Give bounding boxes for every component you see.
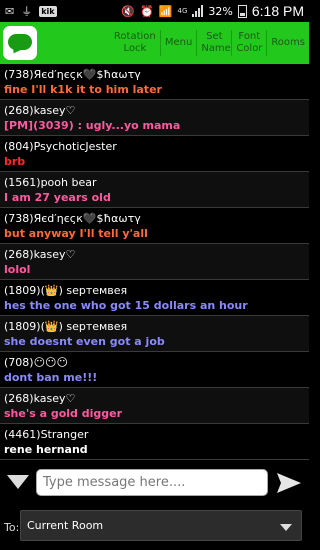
chat-message-list[interactable]: (738)Яєd′ηєςк🖤$ħαωτγ fine I'll k1k it to … <box>0 64 309 462</box>
chat-message[interactable]: (4461)Stranger rene hernand <box>0 424 309 460</box>
usb-icon: ⏚ <box>21 4 33 18</box>
message-username: (1809)(👑) ѕертемвея <box>4 320 128 333</box>
chat-message[interactable]: (1809)(👑) ѕертемвея hes the one who got 1… <box>0 280 309 316</box>
wifi-icon: 📶 <box>158 4 173 18</box>
menu-button[interactable]: Menu <box>161 37 196 49</box>
chat-message[interactable]: (738)Яєd′ηєςк🖤$ħαωτγ fine I'll k1k it to … <box>0 64 309 100</box>
signal-icon <box>192 5 204 17</box>
message-text: but anyway I'll tell y'all <box>4 227 148 240</box>
network-type: 4G <box>177 6 188 15</box>
room-dropdown-value: Current Room <box>27 519 104 532</box>
message-text: dont ban me!!! <box>4 371 98 384</box>
chat-message[interactable]: (738)Яєd′ηєςк🖤$ħαωτγ but anyway I'll tell… <box>0 208 309 244</box>
kik-icon: kik <box>39 5 57 17</box>
message-text: hes the one who got 15 dollars an hour <box>4 299 248 312</box>
message-text: she doesnt even got a job <box>4 335 165 348</box>
chat-message[interactable]: (268)kasey♡ she's a gold digger <box>0 388 309 424</box>
chat-message[interactable]: (268)kasey♡ lolol <box>0 244 309 280</box>
message-username: (268)kasey♡ <box>4 392 76 405</box>
system-icons: 🔇 ⏰ 📶 4G 32% 6:18 PM <box>121 3 304 19</box>
chat-message[interactable]: (1561)pooh bear I am 27 years old <box>0 172 309 208</box>
chat-message[interactable]: (708)😶😶😶 dont ban me!!! <box>0 352 309 388</box>
to-label: To: <box>4 521 20 534</box>
message-username: (738)Яєd′ηєςк🖤$ħαωτγ <box>4 212 141 225</box>
chat-message[interactable]: (804)PsychoticJester brb <box>0 136 309 172</box>
chat-bubble-icon[interactable] <box>3 26 37 60</box>
mute-icon: 🔇 <box>121 4 136 18</box>
battery-percent: 32% <box>208 4 233 18</box>
notification-icons: ✉ ⏚ kik <box>5 4 57 18</box>
message-username: (268)kasey♡ <box>4 104 76 117</box>
message-text: she's a gold digger <box>4 407 123 420</box>
message-username: (804)PsychoticJester <box>4 140 117 153</box>
message-icon: ✉ <box>5 4 15 18</box>
rotation-lock-button[interactable]: Rotation Lock <box>110 31 160 55</box>
battery-icon <box>237 4 247 18</box>
message-text: brb <box>4 155 26 168</box>
message-text: fine I'll k1k it to him later <box>4 83 162 96</box>
composer <box>0 462 309 506</box>
message-username: (738)Яєd′ηєςк🖤$ħαωτγ <box>4 68 141 81</box>
chat-message[interactable]: (268)kasey♡ [PM](3039) : ugly...yo mama <box>0 100 309 136</box>
set-name-button[interactable]: Set Name <box>197 31 231 55</box>
collapse-arrow-icon[interactable] <box>7 475 29 489</box>
rooms-button[interactable]: Rooms <box>267 37 309 49</box>
recipient-row: To: Current Room <box>0 506 309 550</box>
message-username: (1809)(👑) ѕертемвея <box>4 284 128 297</box>
message-text: [PM](3039) : ugly...yo mama <box>4 119 181 132</box>
message-text: I am 27 years old <box>4 191 111 204</box>
font-color-button[interactable]: Font Color <box>232 31 266 55</box>
send-icon[interactable] <box>276 472 302 494</box>
room-dropdown[interactable]: Current Room <box>20 510 302 541</box>
message-username: (708)😶😶😶 <box>4 356 68 369</box>
message-text: lolol <box>4 263 31 276</box>
message-text: rene hernand <box>4 443 88 456</box>
app-toolbar: Rotation Lock Menu Set Name Font Color R… <box>0 22 309 64</box>
alarm-icon: ⏰ <box>140 4 154 18</box>
message-input[interactable] <box>36 469 268 496</box>
message-username: (1561)pooh bear <box>4 176 97 189</box>
chevron-down-icon <box>280 524 292 531</box>
status-bar: ✉ ⏚ kik 🔇 ⏰ 📶 4G 32% 6:18 PM <box>0 0 309 22</box>
chat-message[interactable]: (1809)(👑) ѕертемвея she doesnt even got a… <box>0 316 309 352</box>
message-username: (268)kasey♡ <box>4 248 76 261</box>
toolbar-actions: Rotation Lock Menu Set Name Font Color R… <box>110 22 309 64</box>
clock: 6:18 PM <box>251 3 304 19</box>
message-username: (4461)Stranger <box>4 428 89 441</box>
